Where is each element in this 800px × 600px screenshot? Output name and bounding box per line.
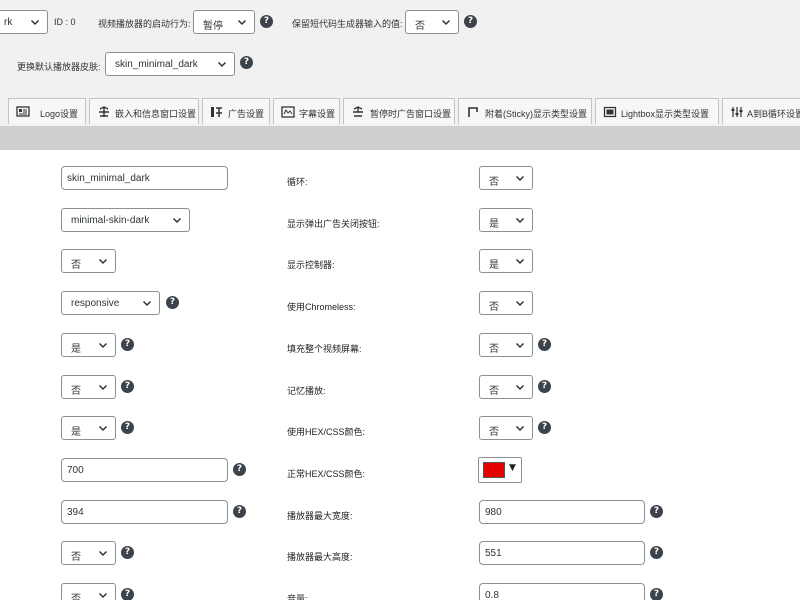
chevron-down-icon (142, 298, 152, 308)
loop-select[interactable]: 否 (479, 166, 533, 190)
remember-play-label: 记忆播放: (287, 386, 326, 396)
help-icon[interactable]: ? (233, 463, 246, 476)
skin-css-select[interactable]: minimal-skin-dark (61, 208, 190, 232)
lightbox-icon (603, 105, 617, 119)
embed-icon (97, 105, 111, 119)
normal-hex-color-picker[interactable]: ▼ (478, 457, 522, 483)
tab-embed[interactable]: 嵌入和信息窗口设置 (89, 98, 199, 124)
help-icon[interactable]: ? (650, 546, 663, 559)
change-skin-label: 更换默认播放器皮肤: (17, 62, 101, 72)
responsive-select[interactable]: responsive (61, 291, 160, 315)
show-ad-close-select[interactable]: 是 (479, 208, 533, 232)
fill-screen-select[interactable]: 否 (479, 333, 533, 357)
help-icon[interactable]: ? (650, 505, 663, 518)
chevron-down-icon (515, 423, 525, 433)
help-icon[interactable]: ? (166, 296, 179, 309)
chevron-down-icon (515, 256, 525, 266)
show-ad-close-label: 显示弹出广告关闭按钮: (287, 219, 380, 229)
help-icon[interactable]: ? (260, 15, 273, 28)
skin-name-input[interactable]: skin_minimal_dark (61, 166, 228, 190)
chevron-down-icon (30, 17, 40, 27)
skin-select[interactable]: rk (0, 10, 48, 34)
help-icon[interactable]: ? (121, 380, 134, 393)
tab-sticky[interactable]: 附着(Sticky)显示类型设置 (458, 98, 592, 124)
max-width-label: 播放器最大宽度: (287, 511, 353, 521)
id-text: ID : 0 (54, 17, 76, 27)
chevron-down-icon (98, 423, 108, 433)
tab-subtitle[interactable]: 字幕设置 (273, 98, 340, 124)
chevron-down-icon (515, 298, 525, 308)
sticky-icon (466, 105, 480, 119)
keep-shortcode-label: 保留短代码生成器输入的值: (292, 19, 403, 29)
tab-ab-loop[interactable]: A到B循环设置 (722, 98, 800, 124)
chromeless-select[interactable]: 否 (479, 291, 533, 315)
volume-label: 音量: (287, 594, 308, 600)
keep-shortcode-select[interactable]: 否 (405, 10, 459, 34)
change-skin-select[interactable]: skin_minimal_dark (105, 52, 235, 76)
pause-ad-icon (351, 105, 365, 119)
tab-content-header (0, 126, 800, 150)
width-input[interactable]: 700 (61, 458, 228, 482)
start-behavior-select[interactable]: 暂停 (193, 10, 255, 34)
help-icon[interactable]: ? (233, 505, 246, 518)
tab-lightbox[interactable]: Lightbox显示类型设置 (595, 98, 719, 124)
tab-ads[interactable]: 广告设置 (202, 98, 270, 124)
help-icon[interactable]: ? (121, 338, 134, 351)
help-icon[interactable]: ? (650, 588, 663, 600)
chevron-down-icon (98, 590, 108, 600)
help-icon[interactable]: ? (538, 380, 551, 393)
help-icon[interactable]: ? (464, 15, 477, 28)
chevron-down-icon (98, 382, 108, 392)
top-settings: rk ID : 0 视频播放器的启动行为: 暂停 ? 保留短代码生成器输入的值:… (0, 0, 800, 92)
max-height-input[interactable]: 551 (479, 541, 645, 565)
max-width-input[interactable]: 980 (479, 500, 645, 524)
chevron-down-icon (237, 17, 247, 27)
dropdown-arrow-icon: ▼ (509, 463, 516, 473)
help-icon[interactable]: ? (121, 588, 134, 600)
select-yes-1[interactable]: 是 (61, 333, 116, 357)
tab-pause-ad[interactable]: 暂停时广告窗口设置 (343, 98, 455, 124)
use-hex-label: 使用HEX/CSS颜色: (287, 427, 366, 437)
normal-hex-label: 正常HEX/CSS颜色: (287, 469, 366, 479)
help-icon[interactable]: ? (121, 546, 134, 559)
height-input[interactable]: 394 (61, 500, 228, 524)
select-no-4[interactable]: 否 (61, 583, 116, 600)
chevron-down-icon (98, 548, 108, 558)
volume-input[interactable]: 0.8 (479, 583, 645, 600)
help-icon[interactable]: ? (240, 56, 253, 69)
use-hex-select[interactable]: 否 (479, 416, 533, 440)
select-no-2[interactable]: 否 (61, 375, 116, 399)
select-no-1[interactable]: 否 (61, 249, 116, 273)
remember-play-select[interactable]: 否 (479, 375, 533, 399)
max-height-label: 播放器最大高度: (287, 552, 353, 562)
help-icon[interactable]: ? (538, 421, 551, 434)
select-yes-2[interactable]: 是 (61, 416, 116, 440)
help-icon[interactable]: ? (538, 338, 551, 351)
chevron-down-icon (515, 215, 525, 225)
logo-icon (16, 105, 30, 119)
chevron-down-icon (98, 256, 108, 266)
subtitle-icon (281, 105, 295, 119)
fill-screen-label: 填充整个视频屏幕: (287, 344, 362, 354)
color-swatch (483, 462, 505, 478)
ads-icon (210, 105, 224, 119)
loop-label: 循环: (287, 177, 308, 187)
chevron-down-icon (515, 173, 525, 183)
tab-logo[interactable]: Logo设置 (8, 98, 86, 124)
start-behavior-label: 视频播放器的启动行为: (98, 19, 191, 29)
chevron-down-icon (217, 59, 227, 69)
chevron-down-icon (515, 340, 525, 350)
show-controls-label: 显示控制器: (287, 260, 335, 270)
settings-tabs: Logo设置 嵌入和信息窗口设置 广告设置 字幕设置 暂停时广告窗口设置 附着(… (0, 98, 800, 126)
chevron-down-icon (172, 215, 182, 225)
chevron-down-icon (441, 17, 451, 27)
chromeless-label: 使用Chromeless: (287, 302, 356, 312)
show-controls-select[interactable]: 是 (479, 249, 533, 273)
ab-loop-icon (730, 105, 744, 119)
help-icon[interactable]: ? (121, 421, 134, 434)
chevron-down-icon (515, 382, 525, 392)
select-no-3[interactable]: 否 (61, 541, 116, 565)
chevron-down-icon (98, 340, 108, 350)
settings-panel: skin_minimal_dark minimal-skin-dark 否 re… (0, 150, 800, 600)
